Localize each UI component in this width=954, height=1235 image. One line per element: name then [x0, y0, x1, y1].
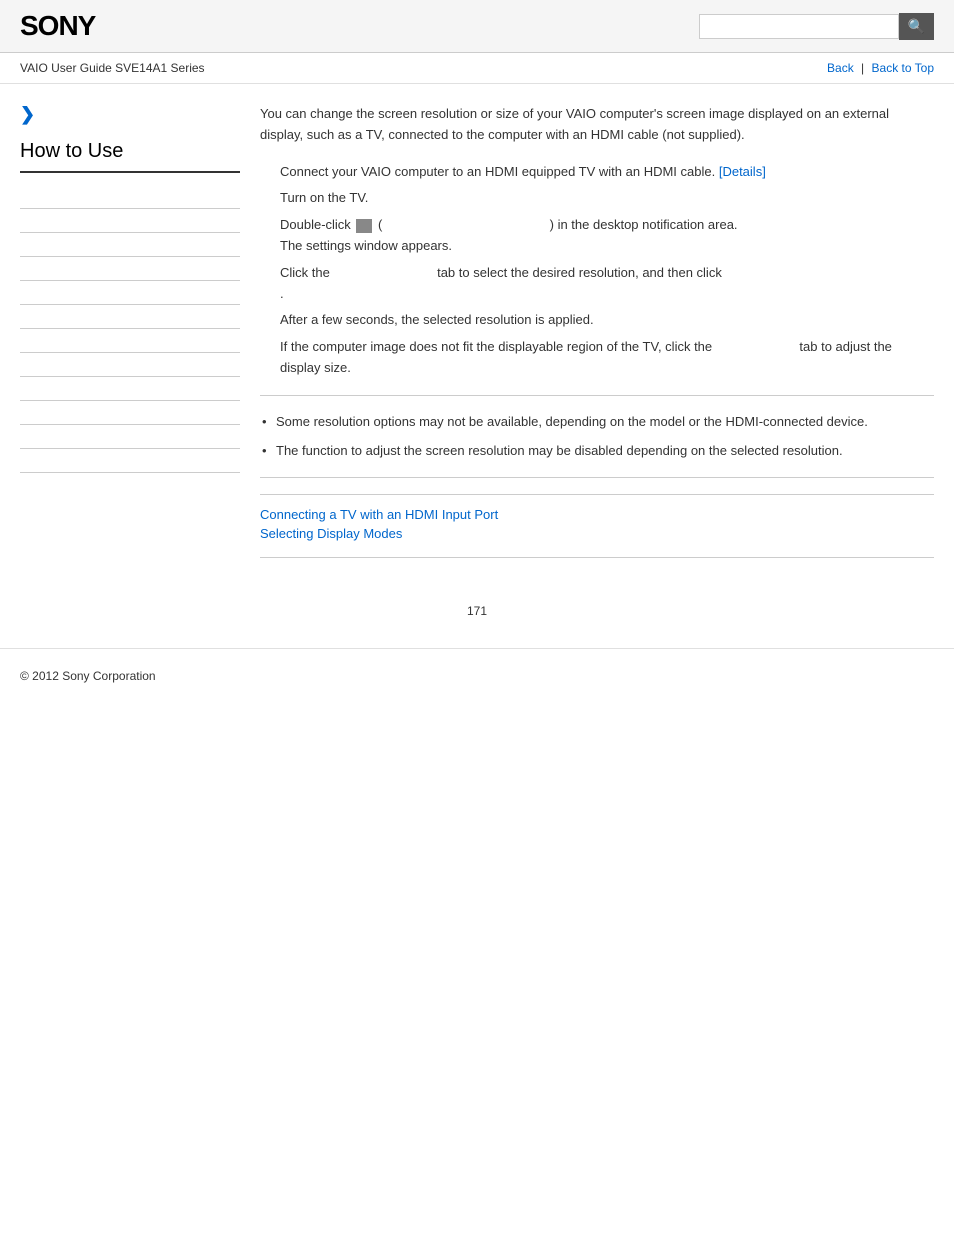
sidebar-item[interactable] — [20, 209, 240, 233]
related-link-1[interactable]: Connecting a TV with an HDMI Input Port — [260, 507, 934, 522]
step-6: If the computer image does not fit the d… — [280, 337, 934, 379]
step-3-text-after: ( — [378, 217, 382, 232]
step-3-settings: The settings window appears. — [280, 238, 452, 253]
step-1: Connect your VAIO computer to an HDMI eq… — [280, 162, 934, 183]
note-1: Some resolution options may not be avail… — [260, 412, 934, 433]
section-divider-3 — [260, 557, 934, 558]
sidebar: ❯ How to Use — [20, 104, 240, 574]
content-area: You can change the screen resolution or … — [260, 104, 934, 574]
search-container: 🔍 — [699, 13, 934, 40]
sidebar-item[interactable] — [20, 257, 240, 281]
sidebar-item[interactable] — [20, 329, 240, 353]
search-button[interactable]: 🔍 — [899, 13, 934, 40]
copyright-text: © 2012 Sony Corporation — [20, 669, 156, 683]
step-3: Double-click ( ) in the desktop notifica… — [280, 215, 934, 257]
step-2-text: Turn on the TV. — [280, 190, 368, 205]
step-5: After a few seconds, the selected resolu… — [280, 310, 934, 331]
section-divider-2 — [260, 477, 934, 478]
sidebar-title: How to Use — [20, 140, 240, 173]
notification-icon — [356, 219, 372, 233]
step-6-text: If the computer image does not fit the d… — [280, 339, 712, 354]
details-link[interactable]: [Details] — [719, 164, 766, 179]
subheader: VAIO User Guide SVE14A1 Series Back | Ba… — [0, 53, 954, 84]
page-number: 171 — [0, 594, 954, 628]
sidebar-item[interactable] — [20, 449, 240, 473]
sidebar-item[interactable] — [20, 425, 240, 449]
related-link-2[interactable]: Selecting Display Modes — [260, 526, 934, 541]
main-layout: ❯ How to Use You can change the screen r… — [0, 84, 954, 594]
header: SONY 🔍 — [0, 0, 954, 53]
section-divider — [260, 395, 934, 396]
step-4-text-end: . — [280, 286, 284, 301]
related-links: Connecting a TV with an HDMI Input Port … — [260, 494, 934, 541]
nav-links: Back | Back to Top — [827, 61, 934, 75]
sidebar-item[interactable] — [20, 305, 240, 329]
step-4-text: Click the — [280, 265, 333, 280]
nav-separator: | — [861, 61, 864, 75]
back-to-top-link[interactable]: Back to Top — [872, 61, 934, 75]
search-icon: 🔍 — [908, 18, 925, 34]
step-4-text-mid: tab to select the desired resolution, an… — [437, 265, 722, 280]
back-link[interactable]: Back — [827, 61, 854, 75]
footer: © 2012 Sony Corporation — [0, 648, 954, 703]
chevron-icon: ❯ — [20, 104, 240, 125]
sidebar-item[interactable] — [20, 281, 240, 305]
step-5-text: After a few seconds, the selected resolu… — [280, 312, 594, 327]
sidebar-item[interactable] — [20, 233, 240, 257]
sidebar-item[interactable] — [20, 185, 240, 209]
breadcrumb: VAIO User Guide SVE14A1 Series — [20, 61, 205, 75]
sidebar-item[interactable] — [20, 377, 240, 401]
sidebar-item[interactable] — [20, 353, 240, 377]
step-3-text-area: ) in the desktop notification area. — [550, 217, 738, 232]
sidebar-item[interactable] — [20, 401, 240, 425]
steps-container: Connect your VAIO computer to an HDMI eq… — [260, 162, 934, 379]
note-2: The function to adjust the screen resolu… — [260, 441, 934, 462]
intro-paragraph: You can change the screen resolution or … — [260, 104, 934, 146]
step-3-text: Double-click — [280, 217, 354, 232]
step-4: Click the tab to select the desired reso… — [280, 263, 934, 305]
sony-logo: SONY — [20, 10, 95, 42]
search-input[interactable] — [699, 14, 899, 39]
step-1-text: Connect your VAIO computer to an HDMI eq… — [280, 164, 719, 179]
notes-container: Some resolution options may not be avail… — [260, 412, 934, 462]
step-2: Turn on the TV. — [280, 188, 934, 209]
